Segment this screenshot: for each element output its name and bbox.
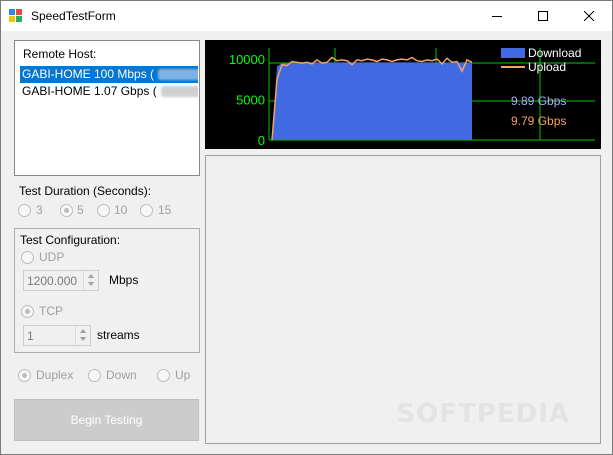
remote-host-item[interactable]: GABI-HOME 1.07 Gbps ( [20,83,198,100]
remote-host-list[interactable]: Remote Host: GABI-HOME 100 Mbps ( GABI-H… [14,40,200,176]
legend-download-label: Download [528,46,581,60]
duration-10-label: 10 [114,203,128,217]
duration-15-radio[interactable] [140,204,153,217]
duplex-label: Duplex [36,368,74,382]
duplex-radio[interactable] [18,369,31,382]
test-duration-label: Test Duration (Seconds): [19,184,152,198]
udp-rate-stepper[interactable]: 1200.000 [23,270,99,291]
remote-host-item-label: GABI-HOME 1.07 Gbps ( [22,84,157,98]
duration-5-radio[interactable] [60,204,73,217]
duration-3-label: 3 [36,203,43,217]
arrow-down-icon[interactable] [88,282,94,286]
arrow-up-icon[interactable] [88,274,94,278]
udp-unit-label: Mbps [109,273,139,287]
tcp-streams-value: 1 [27,329,34,343]
tcp-unit-label: streams [97,328,140,342]
redacted-address [158,69,198,81]
tcp-streams-arrows[interactable] [75,326,90,345]
legend-upload-label: Upload [528,60,566,74]
close-button[interactable] [566,1,612,31]
tcp-streams-stepper[interactable]: 1 [23,325,91,346]
minimize-button[interactable] [474,1,520,31]
down-radio[interactable] [88,369,101,382]
duration-5-label: 5 [77,203,84,217]
maximize-icon [538,11,548,21]
y-tick-label: 0 [258,133,265,148]
up-radio[interactable] [157,369,170,382]
redacted-address [160,86,198,98]
legend-download-swatch [501,48,525,58]
download-series-area [272,62,472,140]
arrow-down-icon[interactable] [80,337,86,341]
output-panel: SOFTPEDIA [205,155,601,444]
duration-10-radio[interactable] [97,204,110,217]
udp-rate-value: 1200.000 [27,274,78,288]
tcp-radio[interactable] [21,305,34,318]
maximize-button[interactable] [520,1,566,31]
remote-host-item-label: GABI-HOME 100 Mbps ( [22,67,155,81]
watermark: SOFTPEDIA [396,399,570,429]
download-rate-value: 9.89 Gbps [511,94,566,108]
duration-3-radio[interactable] [18,204,31,217]
app-icon [9,9,23,23]
test-configuration-label: Test Configuration: [20,233,121,247]
udp-label: UDP [39,250,65,264]
throughput-chart: 10000 5000 0 Download Upload 9.89 Gbps 9.79 Gb… [205,40,601,149]
speedtest-window: SpeedTestForm Remote Host: GABI-HOME 100… [0,0,613,455]
duration-15-label: 15 [158,203,172,217]
y-tick-label: 5000 [236,93,265,108]
minimize-icon [492,16,502,17]
throughput-chart-svg: 10000 5000 0 DownloadUpload 9.89 Gbps 9.79 Gb… [229,46,595,148]
remote-host-header: Remote Host: [23,47,97,61]
close-icon [584,11,594,21]
window-title: SpeedTestForm [31,9,116,23]
test-configuration-group: Test Configuration: UDP 1200.000 Mbps TC… [14,228,200,353]
upload-rate-value: 9.79 Gbps [511,114,566,128]
begin-testing-button[interactable]: Begin Testing [14,399,199,441]
arrow-up-icon[interactable] [80,329,86,333]
tcp-label: TCP [39,304,63,318]
down-label: Down [106,368,137,382]
title-bar[interactable]: SpeedTestForm [1,1,612,31]
up-label: Up [175,368,191,382]
remote-host-item[interactable]: GABI-HOME 100 Mbps ( [20,66,198,83]
udp-radio[interactable] [21,251,34,264]
udp-rate-arrows[interactable] [83,271,98,290]
y-tick-label: 10000 [229,52,265,67]
